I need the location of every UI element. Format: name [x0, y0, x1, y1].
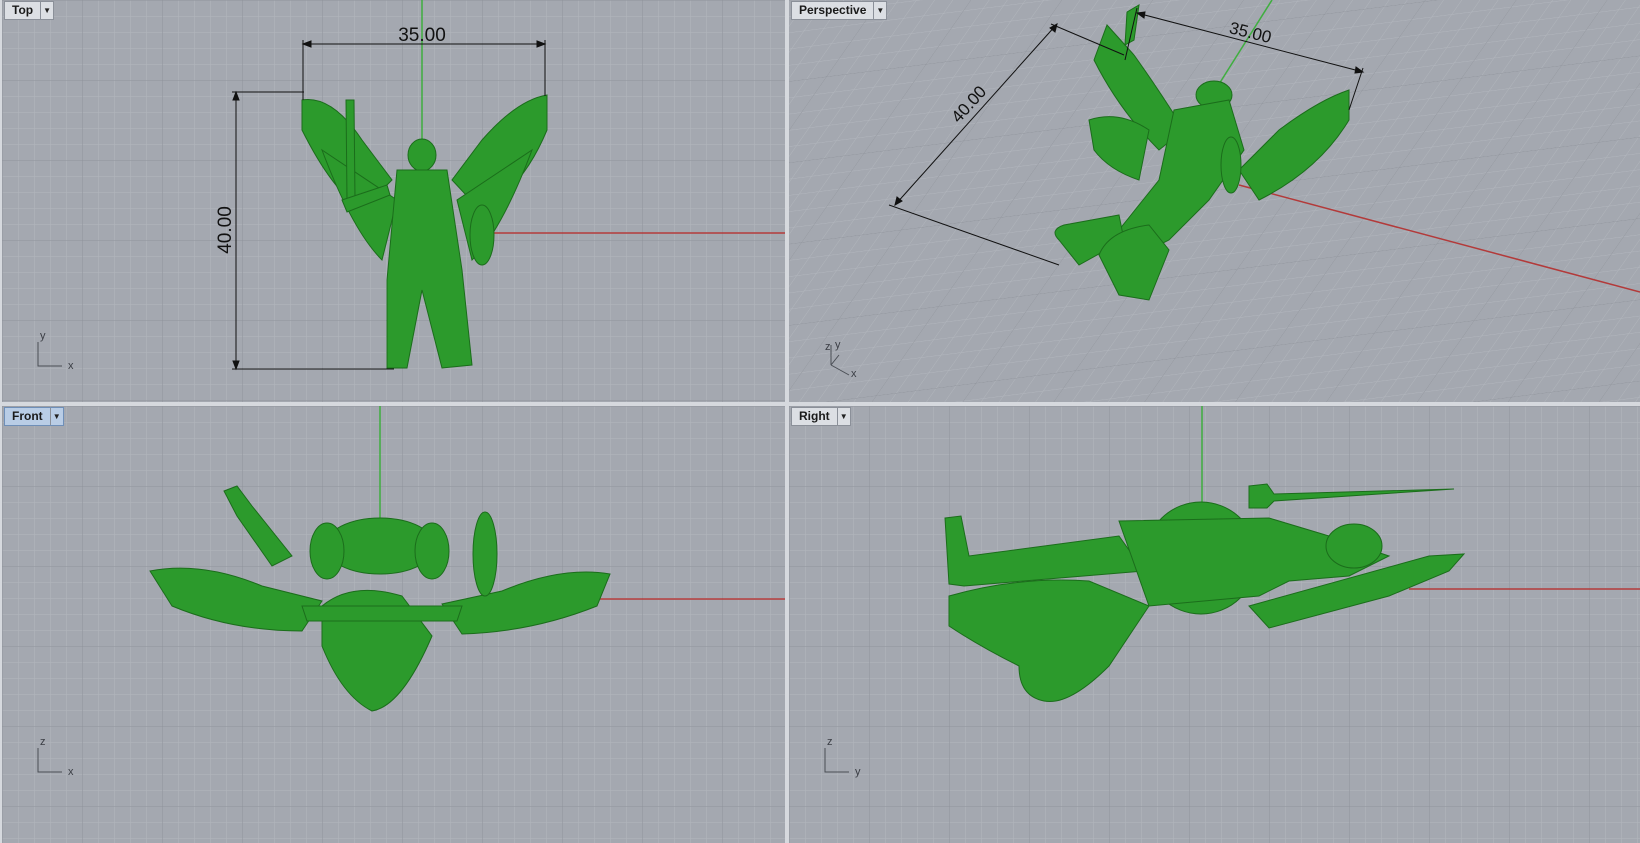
viewport-right[interactable]: z y Right ▼: [789, 406, 1640, 843]
axis-label-y: y: [855, 766, 861, 778]
axis-label-z: z: [40, 736, 46, 748]
perspective-view-canvas[interactable]: 35.00 40.00 z y x: [789, 0, 1640, 402]
viewport-label[interactable]: Front: [5, 408, 50, 425]
axis-label-y: y: [40, 330, 46, 342]
dropdown-arrow-icon[interactable]: ▼: [873, 2, 886, 19]
viewport-label[interactable]: Perspective: [792, 2, 873, 19]
dim-horizontal-label: 35.00: [398, 25, 446, 46]
axis-label-x: x: [851, 368, 857, 380]
dropdown-arrow-icon[interactable]: ▼: [40, 2, 53, 19]
top-view-canvas[interactable]: 35.00 40.00 y x: [2, 0, 785, 402]
viewport-tab-right[interactable]: Right ▼: [791, 407, 851, 426]
axis-label-z: z: [827, 736, 833, 748]
viewport-label[interactable]: Right: [792, 408, 837, 425]
axis-label-x: x: [68, 766, 74, 778]
viewport-front[interactable]: z x Front ▼: [2, 406, 785, 843]
viewport-tab-perspective[interactable]: Perspective ▼: [791, 1, 888, 20]
axis-label-z: z: [825, 341, 831, 353]
front-view-canvas[interactable]: z x: [2, 406, 785, 843]
viewport-tab-top[interactable]: Top ▼: [4, 1, 55, 20]
right-view-canvas[interactable]: z y: [789, 406, 1640, 843]
viewport-tab-front[interactable]: Front ▼: [4, 407, 64, 426]
viewport-label[interactable]: Top: [5, 2, 40, 19]
axis-label-y: y: [835, 339, 841, 351]
axis-label-x: x: [68, 360, 74, 372]
dim-vertical-label: 40.00: [215, 206, 236, 254]
viewport-perspective[interactable]: 35.00 40.00 z y x Perspective ▼: [789, 0, 1640, 402]
dropdown-arrow-icon[interactable]: ▼: [836, 408, 850, 425]
dropdown-arrow-icon[interactable]: ▼: [49, 408, 63, 425]
viewport-top[interactable]: 35.00 40.00 y x Top ▼: [2, 0, 785, 402]
